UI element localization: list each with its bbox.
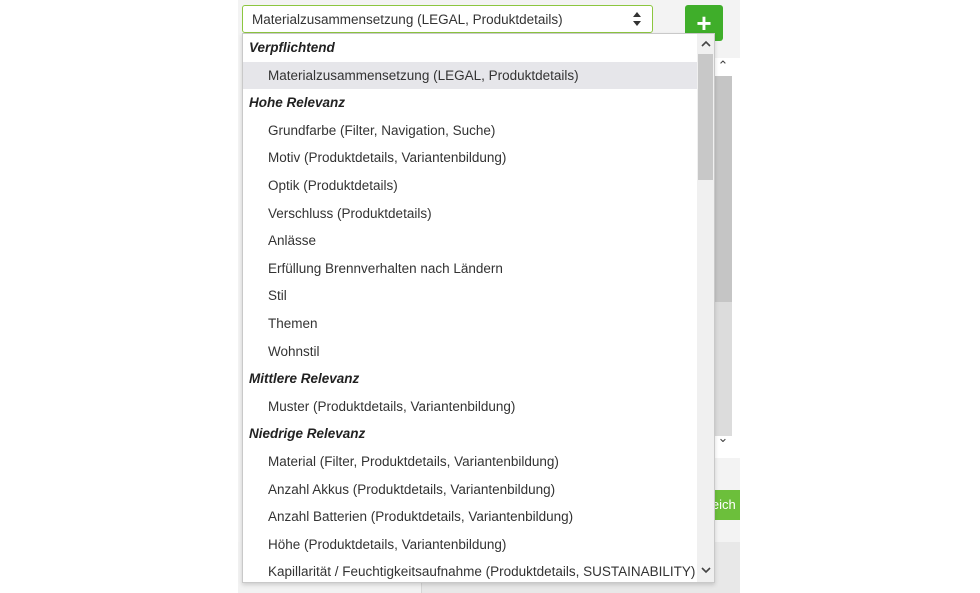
background-scrollbar-thumb[interactable]: [714, 76, 732, 302]
dropdown-option[interactable]: Anzahl Akkus (Produktdetails, Variantenb…: [243, 476, 698, 504]
sort-caret-icon: [633, 12, 641, 26]
background-scroll-down-icon[interactable]: ⌄: [716, 430, 730, 446]
dropdown-option[interactable]: Anlässe: [243, 227, 698, 255]
option-list: Verpflichtend Materialzusammensetzung (LE…: [243, 34, 698, 582]
option-group-label: Verpflichtend: [249, 40, 335, 55]
dropdown-option[interactable]: Anzahl Batterien (Produktdetails, Varian…: [243, 503, 698, 531]
dropdown-option[interactable]: Material (Filter, Produktdetails, Varian…: [243, 448, 698, 476]
dropdown-scrollbar[interactable]: [697, 34, 714, 582]
dropdown-option[interactable]: Stil: [243, 282, 698, 310]
dropdown-option[interactable]: Erfüllung Brennverhalten nach Ländern: [243, 255, 698, 283]
background-scroll-up-icon[interactable]: ⌃: [716, 58, 730, 74]
dropdown-option[interactable]: Muster (Produktdetails, Variantenbildung…: [243, 393, 698, 421]
dropdown-option[interactable]: Verschluss (Produktdetails): [243, 200, 698, 228]
dropdown-option[interactable]: Höhe (Produktdetails, Variantenbildung): [243, 531, 698, 559]
chevron-up-icon[interactable]: [697, 36, 714, 54]
dropdown-option[interactable]: Wohnstil: [243, 338, 698, 366]
select-dropdown-list[interactable]: Verpflichtend Materialzusammensetzung (LE…: [242, 33, 715, 583]
dropdown-option[interactable]: Materialzusammensetzung (LEGAL, Produktd…: [243, 61, 698, 90]
chevron-down-icon[interactable]: [697, 562, 714, 580]
dropdown-option[interactable]: Kapillarität / Feuchtigkeitsaufnahme (Pr…: [243, 558, 698, 582]
dropdown-option[interactable]: Themen: [243, 310, 698, 338]
dropdown-option[interactable]: Optik (Produktdetails): [243, 172, 698, 200]
option-group-label: Niedrige Relevanz: [249, 426, 366, 442]
attribute-select[interactable]: Materialzusammensetzung (LEGAL, Produktd…: [242, 5, 653, 33]
dropdown-option[interactable]: Grundfarbe (Filter, Navigation, Suche): [243, 117, 698, 145]
select-value: Materialzusammensetzung (LEGAL, Produktd…: [252, 11, 563, 27]
dropdown-option[interactable]: Motiv (Produktdetails, Variantenbildung): [243, 144, 698, 172]
option-group-label: Hohe Relevanz: [249, 95, 346, 111]
option-group-label: Mittlere Relevanz: [249, 371, 360, 387]
dropdown-scrollbar-thumb[interactable]: [698, 54, 713, 180]
